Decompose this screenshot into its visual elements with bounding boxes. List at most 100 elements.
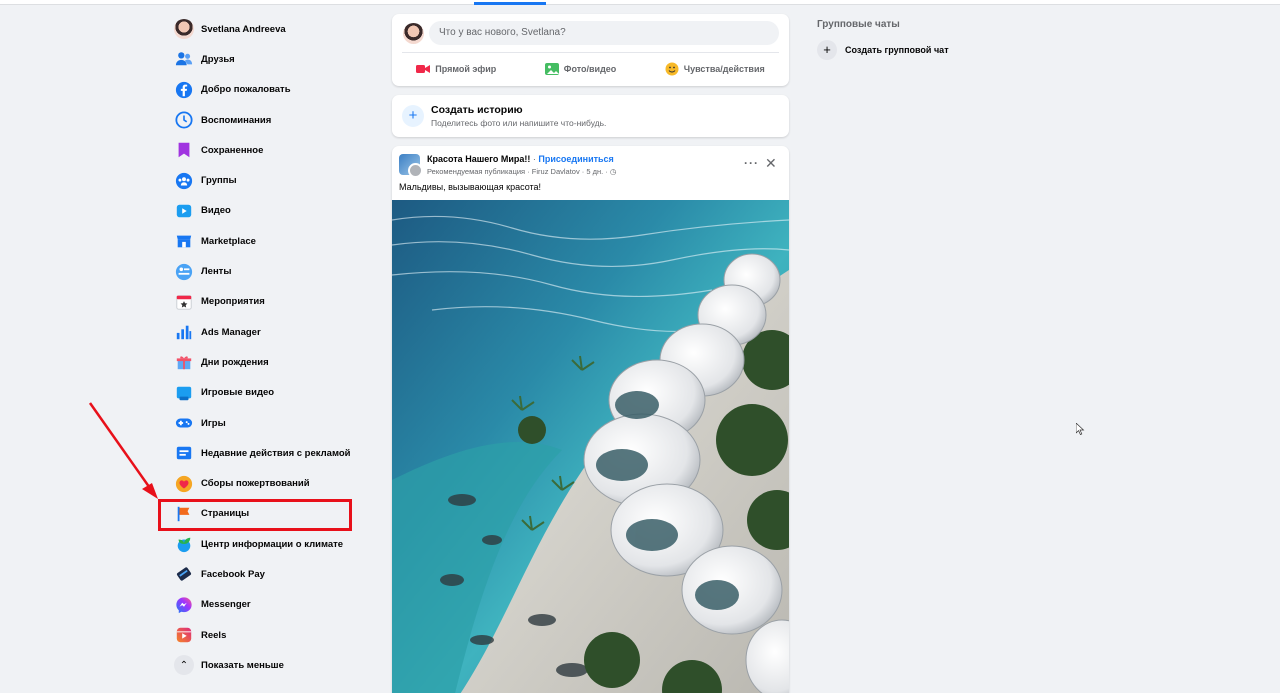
sidebar-item-label: Игровые видео: [201, 387, 275, 399]
close-icon[interactable]: ✕: [765, 155, 777, 172]
sidebar-item-fundraisers[interactable]: Сборы пожертвований: [168, 468, 368, 498]
feeds-icon: [174, 262, 194, 282]
pay-icon: [174, 564, 194, 584]
sidebar-item-label: Недавние действия с рекламой: [201, 447, 351, 459]
feeling-activity-button[interactable]: Чувства/действия: [665, 58, 765, 80]
clock-icon: [174, 110, 194, 130]
sidebar-item-label: Игры: [201, 417, 226, 429]
left-sidebar: Svetlana Andreeva Друзья Добро пожаловат…: [168, 14, 368, 681]
post-meta: Рекомендуемая публикация · Firuz Davlato…: [427, 167, 616, 176]
sidebar-item-groups[interactable]: Группы: [168, 165, 368, 195]
calendar-icon: [174, 292, 194, 312]
sidebar-item-welcome[interactable]: Добро пожаловать: [168, 75, 368, 105]
ads-chart-icon: [174, 322, 194, 342]
group-chats-title: Групповые чаты: [817, 19, 900, 30]
sidebar-item-label: Reels: [201, 629, 227, 641]
sidebar-item-label: Facebook Pay: [201, 568, 265, 580]
fundraiser-heart-icon: [174, 474, 194, 494]
gamepad-icon: [174, 413, 194, 433]
avatar: [403, 23, 424, 44]
show-less-button[interactable]: ⌃ Показать меньше: [168, 650, 368, 680]
plus-icon: +: [402, 105, 424, 127]
separator: ·: [532, 154, 536, 164]
create-group-chat-label: Создать групповой чат: [845, 45, 949, 55]
sidebar-item-events[interactable]: Мероприятия: [168, 287, 368, 317]
live-video-button[interactable]: Прямой эфир: [416, 58, 496, 80]
climate-icon: [174, 534, 194, 554]
sidebar-item-label: Svetlana Andreeva: [201, 23, 286, 35]
plus-icon: +: [817, 40, 837, 60]
sidebar-item-climate[interactable]: Центр информации о климате: [168, 529, 368, 559]
sidebar-item-facebook-pay[interactable]: Facebook Pay: [168, 559, 368, 589]
live-camera-icon: [416, 62, 431, 76]
sidebar-item-label: Ленты: [201, 266, 232, 278]
divider: [402, 52, 779, 53]
photo-video-label: Фото/видео: [563, 64, 617, 74]
create-group-chat-button[interactable]: + Создать групповой чат: [817, 40, 949, 60]
facebook-icon: [174, 80, 194, 100]
sidebar-item-label: Marketplace: [201, 235, 256, 247]
sidebar-item-label: Добро пожаловать: [201, 84, 291, 96]
gaming-video-icon: [174, 383, 194, 403]
sidebar-item-label: Ads Manager: [201, 326, 261, 338]
gift-icon: [174, 352, 194, 372]
create-story-card[interactable]: + Создать историю Поделитесь фото или на…: [392, 95, 789, 137]
sidebar-item-marketplace[interactable]: Marketplace: [168, 226, 368, 256]
whats-new-input[interactable]: Что у вас нового, Svetlana?: [429, 21, 779, 45]
reels-icon: [174, 625, 194, 645]
sidebar-item-feeds[interactable]: Ленты: [168, 256, 368, 286]
post-photo[interactable]: [392, 200, 789, 693]
groups-icon: [174, 171, 194, 191]
smiley-icon: [665, 62, 679, 76]
sidebar-item-friends[interactable]: Друзья: [168, 44, 368, 74]
sidebar-item-ad-activity[interactable]: Недавние действия с рекламой: [168, 438, 368, 468]
bookmark-icon: [174, 140, 194, 160]
feed-post: Красота Нашего Мира!! · Присоединиться Р…: [392, 146, 789, 693]
photo-icon: [544, 62, 559, 76]
photo-video-button[interactable]: Фото/видео: [544, 58, 617, 80]
composer-actions: Прямой эфир Фото/видео Чувства/действия: [392, 58, 789, 80]
top-navigation-bar: [0, 0, 1280, 5]
globe-icon: ◷: [609, 167, 617, 176]
sidebar-item-saved[interactable]: Сохраненное: [168, 135, 368, 165]
page-avatar[interactable]: [399, 154, 423, 178]
video-icon: [174, 201, 194, 221]
avatar: [174, 19, 194, 40]
sidebar-item-memories[interactable]: Воспоминания: [168, 105, 368, 135]
sidebar-item-profile[interactable]: Svetlana Andreeva: [168, 14, 368, 44]
sidebar-item-label: Видео: [201, 205, 231, 217]
friends-icon: [174, 49, 194, 69]
chevron-up-icon: ⌃: [174, 655, 194, 676]
sidebar-item-label: Сборы пожертвований: [201, 478, 310, 490]
ad-activity-icon: [174, 443, 194, 463]
sidebar-item-video[interactable]: Видео: [168, 196, 368, 226]
create-story-title: Создать историю: [431, 104, 523, 116]
sidebar-item-label: Messenger: [201, 599, 251, 611]
sidebar-item-label: Сохраненное: [201, 144, 264, 156]
sidebar-item-ads-manager[interactable]: Ads Manager: [168, 317, 368, 347]
sidebar-item-messenger[interactable]: Messenger: [168, 590, 368, 620]
sidebar-item-label: Показать меньше: [201, 659, 284, 671]
sidebar-item-label: Группы: [201, 175, 237, 187]
feeling-activity-label: Чувства/действия: [683, 64, 765, 74]
sidebar-item-birthdays[interactable]: Дни рождения: [168, 347, 368, 377]
sidebar-item-label: Дни рождения: [201, 356, 269, 368]
more-options-icon[interactable]: ···: [744, 156, 759, 170]
sidebar-item-label: Центр информации о климате: [201, 538, 344, 550]
sidebar-item-games[interactable]: Игры: [168, 408, 368, 438]
sidebar-item-label: Друзья: [201, 53, 235, 65]
join-link[interactable]: Присоединиться: [538, 154, 613, 164]
sidebar-item-gaming-video[interactable]: Игровые видео: [168, 378, 368, 408]
create-story-subtitle: Поделитесь фото или напишите что-нибудь.: [431, 118, 607, 128]
active-tab-indicator: [474, 2, 546, 5]
live-video-label: Прямой эфир: [435, 64, 497, 74]
highlight-annotation-box: [158, 499, 352, 531]
post-composer: Что у вас нового, Svetlana? Прямой эфир …: [392, 14, 789, 86]
sidebar-item-label: Воспоминания: [201, 114, 272, 126]
post-meta-text: Рекомендуемая публикация · Firuz Davlato…: [427, 167, 608, 176]
annotation-arrow: [88, 402, 158, 499]
messenger-icon: [174, 595, 194, 615]
mouse-cursor-icon: [1076, 423, 1085, 435]
sidebar-item-reels[interactable]: Reels: [168, 620, 368, 650]
page-name-link[interactable]: Красота Нашего Мира!!: [427, 154, 530, 164]
